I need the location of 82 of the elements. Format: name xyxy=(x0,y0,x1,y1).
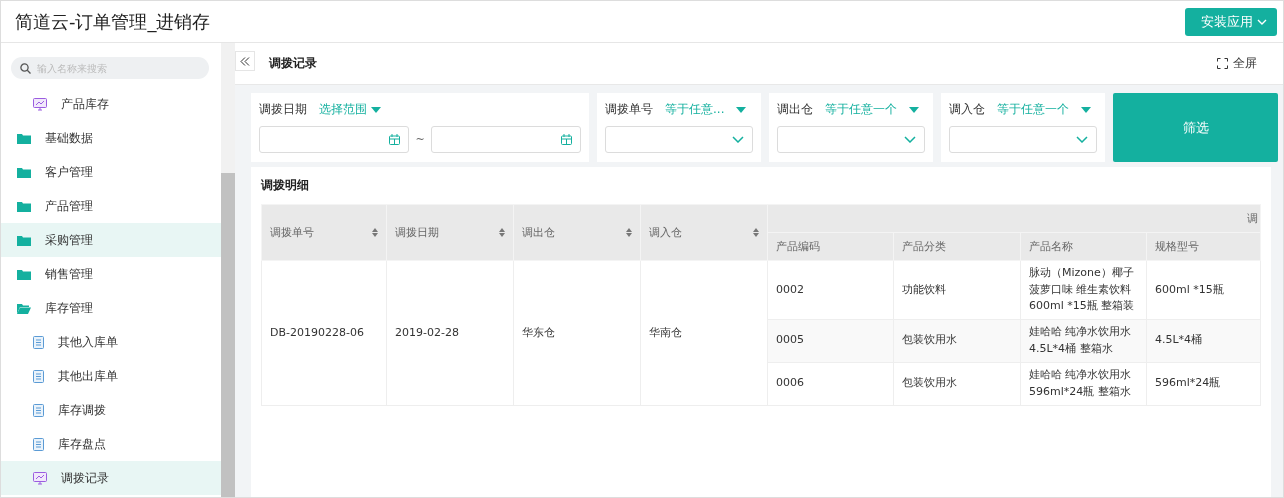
table-cell: 2019-02-28 xyxy=(386,260,514,405)
filter-label: 调出仓 xyxy=(777,101,813,118)
range-separator: ~ xyxy=(415,133,425,146)
calendar-icon xyxy=(561,134,572,145)
search-icon xyxy=(20,63,31,74)
column-header: 产品名称 xyxy=(1020,232,1147,261)
caret-down-icon xyxy=(736,106,747,113)
table-cell: 600ml *15瓶 xyxy=(1146,260,1261,319)
sidebar-item[interactable]: 库存管理 xyxy=(1,291,221,325)
filter-label: 调拨单号 xyxy=(605,101,653,118)
column-header: 产品编码 xyxy=(767,232,894,261)
table-cell: 华东仓 xyxy=(513,260,641,405)
table-cell: DB-20190228-06 xyxy=(261,260,387,405)
sort-icon[interactable] xyxy=(499,228,505,237)
select-field[interactable] xyxy=(605,126,753,153)
sidebar-item[interactable]: 采购管理 xyxy=(1,223,221,257)
sidebar-item[interactable]: 产品库存 xyxy=(1,87,221,121)
folder-icon xyxy=(17,234,31,246)
folder-icon xyxy=(17,132,31,144)
table-cell: 包装饮用水 xyxy=(893,362,1021,405)
chevron-down-icon xyxy=(732,136,744,143)
table-title: 调拨明细 xyxy=(261,177,310,194)
table-cell: 华南仓 xyxy=(640,260,768,405)
column-header[interactable]: 调拨单号 xyxy=(261,204,387,261)
page-title: 调拨记录 xyxy=(269,55,317,72)
start-date-field[interactable] xyxy=(259,126,410,153)
column-header: 产品分类 xyxy=(893,232,1021,261)
chevron-down-icon xyxy=(904,136,916,143)
sort-icon[interactable] xyxy=(753,228,759,237)
select-field[interactable] xyxy=(777,126,925,153)
column-header[interactable]: 调入仓 xyxy=(640,204,768,261)
chevron-down-icon xyxy=(1257,18,1267,25)
folder-icon xyxy=(17,200,31,212)
table-cell: 0006 xyxy=(767,362,894,405)
document-icon xyxy=(33,403,44,417)
calendar-icon xyxy=(389,134,401,145)
window-title: 简道云-订单管理_进销存 xyxy=(15,9,211,34)
sidebar-item[interactable]: 调拨记录 xyxy=(1,461,221,495)
filter-label: 调入仓 xyxy=(949,101,985,118)
column-group-header: 调 xyxy=(767,204,1261,233)
sidebar-item[interactable]: 库存调拨 xyxy=(1,393,221,427)
expand-icon xyxy=(1217,58,1228,69)
table-cell: 0002 xyxy=(767,260,894,319)
table-cell: 包装饮用水 xyxy=(893,319,1021,362)
fullscreen-button[interactable]: 全屏 xyxy=(1211,54,1263,73)
sidebar-item[interactable]: 库存盘点 xyxy=(1,427,221,461)
sidebar-item[interactable]: 客户管理 xyxy=(1,155,221,189)
column-header: 规格型号 xyxy=(1146,232,1261,261)
table-cell: 4.5L*4桶 xyxy=(1146,319,1261,362)
sidebar-item[interactable]: 基础数据 xyxy=(1,121,221,155)
scrollbar[interactable] xyxy=(221,43,235,497)
table-cell: 0005 xyxy=(767,319,894,362)
chart-monitor-icon xyxy=(33,471,47,485)
column-header[interactable]: 调出仓 xyxy=(513,204,641,261)
document-icon xyxy=(33,437,44,451)
folder-icon xyxy=(17,166,31,178)
end-date-field[interactable] xyxy=(430,126,581,153)
collapse-sidebar-button[interactable] xyxy=(235,51,255,71)
sidebar-item[interactable]: 其他出库单 xyxy=(1,359,221,393)
caret-down-icon xyxy=(1081,106,1091,113)
document-icon xyxy=(33,335,44,349)
chevron-down-icon xyxy=(1076,136,1088,143)
sort-icon[interactable] xyxy=(626,228,632,237)
sidebar-item[interactable]: 销售管理 xyxy=(1,257,221,291)
sidebar-item[interactable]: 其他入库单 xyxy=(1,325,221,359)
caret-down-icon xyxy=(909,106,919,113)
folder-icon xyxy=(17,268,31,280)
filter-label: 调拨日期 xyxy=(259,101,307,118)
double-chevron-left-icon xyxy=(240,56,250,66)
column-header[interactable]: 调拨日期 xyxy=(386,204,514,261)
chart-monitor-icon xyxy=(33,97,47,111)
table-cell: 娃哈哈 纯净水饮用水596ml*24瓶 整箱水 xyxy=(1020,362,1147,405)
table-cell: 脉动（Mizone）椰子菠萝口味 维生素饮料600ml *15瓶 整箱装 xyxy=(1020,260,1147,319)
caret-down-icon xyxy=(371,106,381,113)
table-cell: 功能饮料 xyxy=(893,260,1021,319)
open-folder-icon xyxy=(17,302,31,314)
sort-icon[interactable] xyxy=(372,228,378,237)
sidebar-item[interactable]: 产品管理 xyxy=(1,189,221,223)
table-cell: 娃哈哈 纯净水饮用水4.5L*4桶 整箱水 xyxy=(1020,319,1147,362)
select-field[interactable] xyxy=(949,126,1097,153)
table-cell: 596ml*24瓶 xyxy=(1146,362,1261,405)
document-icon xyxy=(33,369,44,383)
